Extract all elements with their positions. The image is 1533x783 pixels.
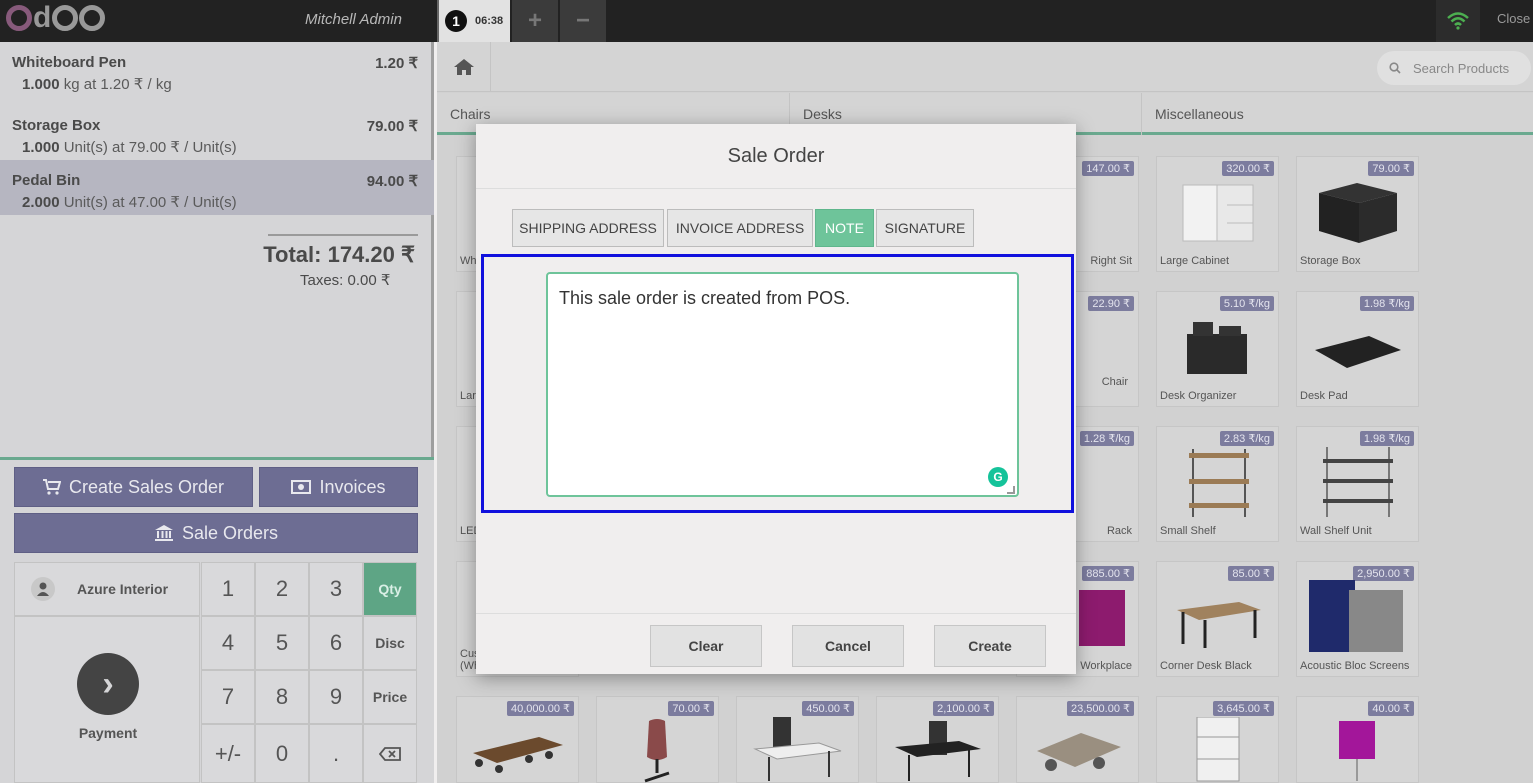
dialog-title: Sale Order bbox=[476, 124, 1076, 189]
sale-order-dialog: Sale Order SHIPPING ADDRESS INVOICE ADDR… bbox=[476, 124, 1076, 674]
tab-invoice-address[interactable]: INVOICE ADDRESS bbox=[667, 209, 813, 247]
tab-note[interactable]: NOTE bbox=[815, 209, 874, 247]
tab-signature[interactable]: SIGNATURE bbox=[876, 209, 974, 247]
clear-button[interactable]: Clear bbox=[650, 625, 762, 667]
tab-shipping-address[interactable]: SHIPPING ADDRESS bbox=[512, 209, 664, 247]
cancel-button[interactable]: Cancel bbox=[792, 625, 904, 667]
grammarly-icon[interactable]: G bbox=[988, 467, 1008, 487]
resize-handle-icon[interactable] bbox=[1007, 486, 1015, 494]
note-textarea[interactable]: This sale order is created from POS. bbox=[546, 272, 1019, 497]
create-button[interactable]: Create bbox=[934, 625, 1046, 667]
dialog-footer: Clear Cancel Create bbox=[476, 613, 1076, 674]
